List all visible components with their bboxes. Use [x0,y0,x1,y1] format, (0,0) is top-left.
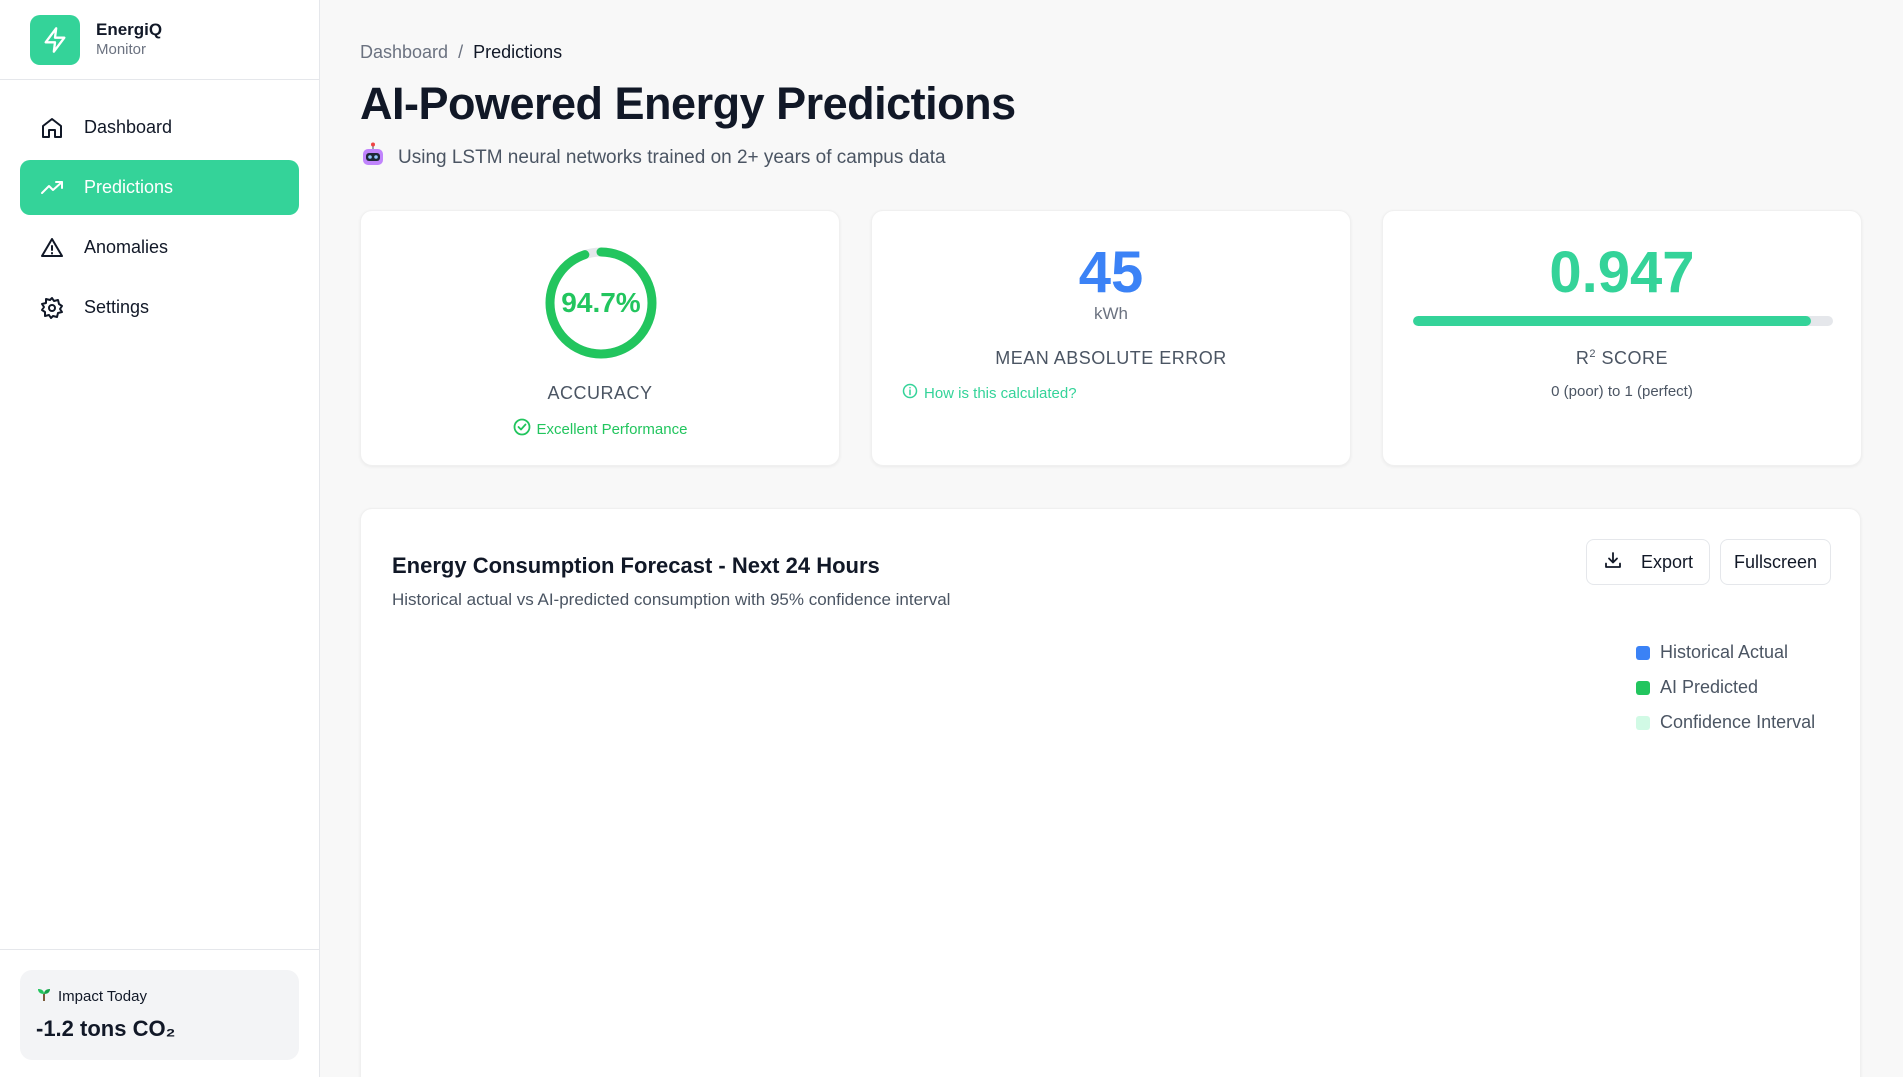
breadcrumb-separator: / [458,42,464,62]
legend-item-predicted[interactable]: AI Predicted [1636,670,1815,705]
mae-unit: kWh [1094,304,1128,323]
sidebar-item-predictions[interactable]: Predictions [20,160,299,215]
how-calculated-text: How is this calculated? [924,384,1077,402]
accuracy-value: 94.7% [561,287,641,318]
info-icon [902,383,918,403]
breadcrumb: Dashboard / Predictions [360,42,562,63]
sidebar-item-anomalies[interactable]: Anomalies [20,220,299,275]
export-label: Export [1640,551,1694,572]
how-calculated-link[interactable]: How is this calculated? [902,383,1077,403]
download-icon [1603,550,1623,575]
fullscreen-button[interactable]: Fullscreen [1720,539,1831,585]
brand: EnergiQ Monitor [0,0,319,80]
alert-triangle-icon [40,236,64,260]
accuracy-ring: 94.7% [544,246,658,360]
accuracy-label: ACCURACY [547,383,653,403]
robot-icon [360,142,386,174]
r2-progress-fill [1413,316,1811,326]
sidebar-item-label: Settings [84,297,150,317]
impact-card: Impact Today -1.2 tons CO₂ [20,970,299,1060]
brand-name: EnergiQ [96,20,163,39]
fullscreen-label: Fullscreen [1733,551,1818,572]
legend-label: Historical Actual [1660,642,1789,662]
sidebar-item-settings[interactable]: Settings [20,280,299,335]
export-button[interactable]: Export [1586,539,1710,585]
breadcrumb-root[interactable]: Dashboard [360,42,448,63]
chart-subtitle: Historical actual vs AI-predicted consum… [392,590,951,609]
seedling-icon [36,986,52,1006]
forecast-chart-card: Energy Consumption Forecast - Next 24 Ho… [360,508,1861,1077]
r2-card: 0.947 R2 SCORE 0 (poor) to 1 (perfect) [1382,210,1862,466]
mae-label: MEAN ABSOLUTE ERROR [995,348,1227,368]
legend-swatch [1636,680,1650,695]
page-subtitle: Using LSTM neural networks trained on 2+… [360,142,946,174]
sidebar-divider [0,949,320,950]
r2-progress-bar [1413,316,1833,326]
gear-icon [40,296,64,320]
sidebar-item-dashboard[interactable]: Dashboard [20,100,299,155]
r2-value: 0.947 [1549,240,1695,305]
home-icon [40,116,64,140]
sidebar-item-label: Anomalies [84,237,169,257]
impact-title: Impact Today [58,987,147,1005]
legend-item-historical[interactable]: Historical Actual [1636,635,1815,670]
lightning-icon [30,14,80,65]
chart-title: Energy Consumption Forecast - Next 24 Ho… [392,553,880,578]
page-title: AI-Powered Energy Predictions [360,78,1016,129]
legend-label: AI Predicted [1660,677,1759,697]
accuracy-note: Excellent Performance [361,418,839,440]
check-circle-icon [513,418,531,440]
sidebar: EnergiQ Monitor Dashboard Predictions An… [0,0,320,1077]
r2-label: R2 SCORE [1383,348,1861,369]
chart-plot-area[interactable] [392,709,1832,1069]
accuracy-card: 94.7% ACCURACY Excellent Performance [360,210,840,466]
mae-card: 45 kWh MEAN ABSOLUTE ERROR How is this c… [871,210,1351,466]
r2-note: 0 (poor) to 1 (perfect) [1551,383,1693,400]
trending-up-icon [40,176,64,200]
breadcrumb-current: Predictions [473,42,563,62]
legend-swatch [1636,645,1650,660]
r2-label-rest: SCORE [1596,348,1669,368]
sidebar-item-label: Dashboard [84,117,173,137]
sidebar-item-label: Predictions [84,177,174,197]
accuracy-note-text: Excellent Performance [536,420,688,438]
page-subtitle-text: Using LSTM neural networks trained on 2+… [398,147,946,168]
sidebar-nav: Dashboard Predictions Anomalies Settings [0,80,319,335]
mae-value: 45 [1078,240,1144,305]
impact-value: -1.2 tons CO₂ [36,1016,176,1041]
r2-label-main: R [1575,348,1590,368]
brand-subtitle: Monitor [96,41,147,58]
